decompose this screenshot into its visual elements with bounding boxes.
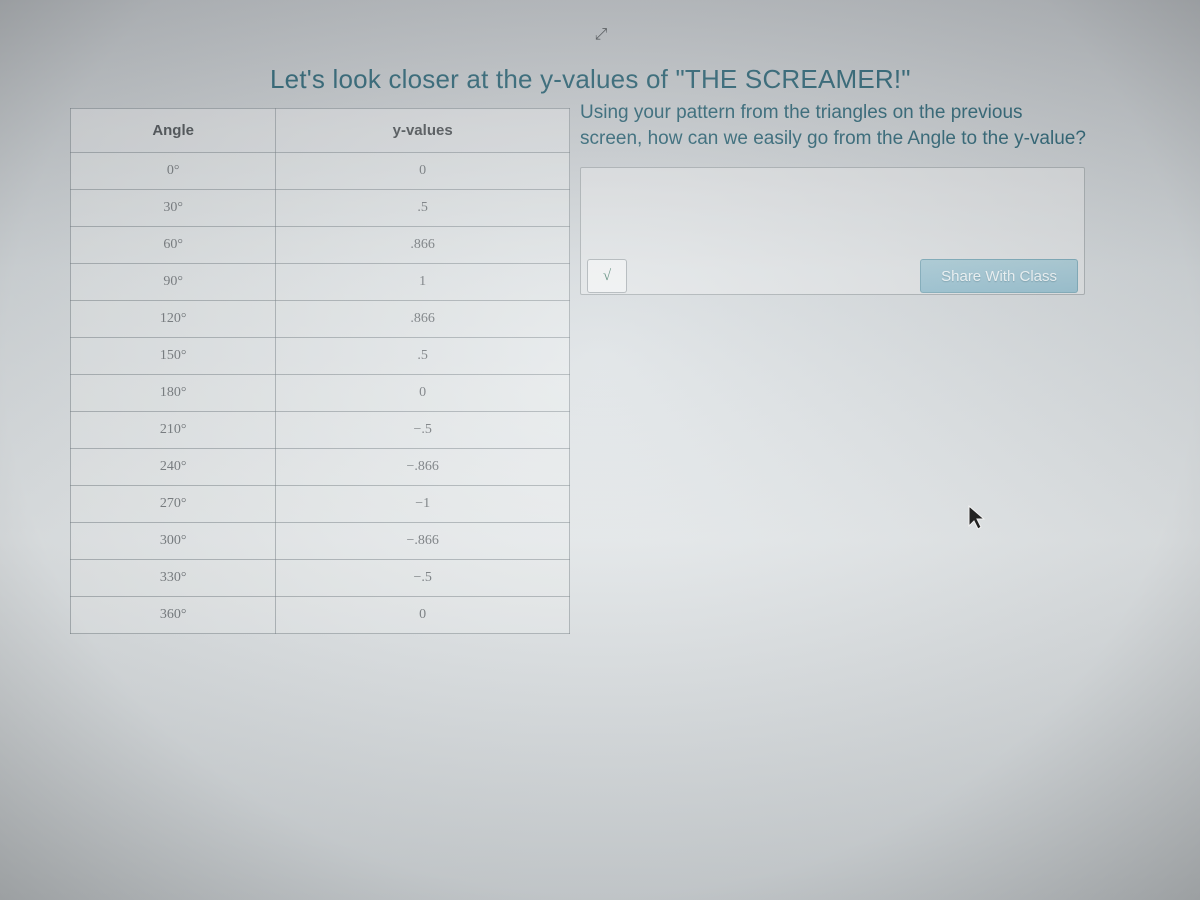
cell-angle: 120° [71,301,276,338]
values-table-container: Angle y-values 0°0 30°.5 60°.866 90°1 12… [70,108,570,634]
share-button-label: Share With Class [941,268,1057,285]
expand-icon[interactable]: ⤢ [595,26,606,44]
cell-angle: 150° [71,338,276,375]
col-header-angle: Angle [71,109,276,153]
cell-y: 1 [276,264,570,301]
table-row: 180°0 [71,375,570,412]
col-header-yvalues: y-values [276,109,570,153]
cell-angle: 360° [71,597,276,634]
table-row: 240°−.866 [71,449,570,486]
table-row: 330°−.5 [71,560,570,597]
cell-angle: 90° [71,264,276,301]
cell-angle: 270° [71,486,276,523]
cell-y: 0 [276,375,570,412]
cell-y: .5 [276,190,570,227]
answer-toolbar: √ Share With Class [581,256,1084,296]
table-row: 60°.866 [71,227,570,264]
cell-angle: 210° [71,412,276,449]
cell-angle: 330° [71,560,276,597]
cell-y: .5 [276,338,570,375]
table-row: 300°−.866 [71,523,570,560]
cell-y: −.866 [276,449,570,486]
cell-angle: 0° [71,153,276,190]
cell-angle: 30° [71,190,276,227]
table-row: 270°−1 [71,486,570,523]
cell-y: 0 [276,597,570,634]
cell-y: −1 [276,486,570,523]
question-prompt: Using your pattern from the triangles on… [580,100,1090,151]
cell-angle: 180° [71,375,276,412]
table-header-row: Angle y-values [71,109,570,153]
cell-y: −.866 [276,523,570,560]
cell-angle: 60° [71,227,276,264]
math-keyboard-button[interactable]: √ [587,259,627,293]
cell-y: −.5 [276,560,570,597]
cell-y: .866 [276,301,570,338]
table-row: 360°0 [71,597,570,634]
values-table: Angle y-values 0°0 30°.5 60°.866 90°1 12… [70,108,570,634]
table-row: 210°−.5 [71,412,570,449]
cell-y: −.5 [276,412,570,449]
table-row: 150°.5 [71,338,570,375]
table-row: 30°.5 [71,190,570,227]
answer-input[interactable]: √ Share With Class [580,167,1085,295]
cell-y: 0 [276,153,570,190]
page-title: Let's look closer at the y-values of "TH… [270,64,911,95]
right-panel: Using your pattern from the triangles on… [580,100,1090,295]
sqrt-icon: √ [603,268,611,285]
cell-angle: 240° [71,449,276,486]
table-row: 90°1 [71,264,570,301]
cell-y: .866 [276,227,570,264]
share-with-class-button[interactable]: Share With Class [920,259,1078,293]
cell-angle: 300° [71,523,276,560]
cursor-icon [966,504,988,532]
table-row: 0°0 [71,153,570,190]
table-row: 120°.866 [71,301,570,338]
